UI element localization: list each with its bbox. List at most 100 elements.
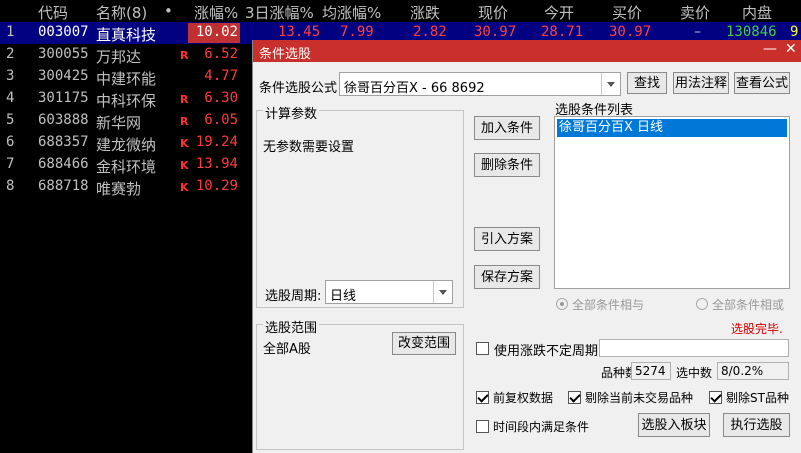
radio-all-and-label: 全部条件相与 xyxy=(572,298,645,312)
stock-name: 中科环保 xyxy=(96,92,157,110)
close-icon[interactable]: ✕ xyxy=(785,41,797,57)
stock-code: 300055 xyxy=(38,46,89,62)
period-satisfy-label: 时间段内满足条件 xyxy=(493,420,590,434)
col-inner[interactable]: 内盘 xyxy=(742,2,772,23)
stock-pct: 13.94 xyxy=(195,156,238,172)
view-formula-button[interactable]: 查看公式 xyxy=(734,72,790,94)
row-index: 8 xyxy=(6,178,15,194)
row-index: 3 xyxy=(6,68,15,84)
adj-data-label: 前复权数据 xyxy=(493,391,554,405)
save-plan-button[interactable]: 保存方案 xyxy=(474,265,540,289)
stock-flag: R xyxy=(180,49,189,62)
stock-code: 603888 xyxy=(38,112,89,128)
params-text: 无参数需要设置 xyxy=(263,140,355,155)
col-bid[interactable]: 买价 xyxy=(612,2,642,23)
usage-notes-button[interactable]: 用法注释 xyxy=(673,72,729,94)
stock-more: 9 xyxy=(790,24,799,40)
dialog-title: 条件选股 xyxy=(259,47,312,62)
st-label: 剔除ST品种 xyxy=(726,391,789,405)
row-index: 6 xyxy=(6,134,15,150)
selected-value: 8/0.2% xyxy=(717,362,789,380)
col-dot: • xyxy=(164,2,173,20)
stock-pct: 6.30 xyxy=(204,90,238,106)
row-index: 7 xyxy=(6,156,15,172)
row-index: 4 xyxy=(6,90,15,106)
col-3day[interactable]: 3日涨幅% xyxy=(245,2,314,23)
col-avg[interactable]: 均涨幅% xyxy=(322,2,381,23)
formula-label: 条件选股公式 xyxy=(259,81,338,96)
table-header: 代码 名称(8) • 涨幅% 3日涨幅% 均涨幅% 涨跌 现价 今开 买价 卖价… xyxy=(0,0,801,22)
stock-avg: 7.99 xyxy=(340,24,374,40)
params-title: 计算参数 xyxy=(263,103,320,122)
dialog-title-bar[interactable]: 条件选股 — ✕ xyxy=(253,40,801,62)
var-period-input[interactable] xyxy=(599,339,789,357)
col-open[interactable]: 今开 xyxy=(544,2,574,23)
col-ask[interactable]: 卖价 xyxy=(680,2,710,23)
stock-open: 28.71 xyxy=(541,24,584,40)
add-condition-button[interactable]: 加入条件 xyxy=(474,116,540,140)
scope-title: 选股范围 xyxy=(263,317,320,336)
stock-pct: 6.05 xyxy=(204,112,238,128)
col-name[interactable]: 名称(8) xyxy=(96,2,147,23)
col-pct[interactable]: 涨幅% xyxy=(194,2,238,23)
stock-pct: 10.29 xyxy=(195,178,238,194)
delete-condition-button[interactable]: 删除条件 xyxy=(474,153,540,177)
col-chg[interactable]: 涨跌 xyxy=(410,2,440,23)
stock-ask: – xyxy=(694,24,701,40)
stock-3day: 13.45 xyxy=(278,24,321,40)
count-value: 5274 xyxy=(631,362,671,380)
execute-button[interactable]: 执行选股 xyxy=(723,413,790,437)
stock-code: 300425 xyxy=(38,68,89,84)
st-checkbox[interactable] xyxy=(709,391,722,404)
find-button[interactable]: 查找 xyxy=(627,72,667,94)
radio-all-or[interactable] xyxy=(696,298,708,310)
import-plan-button[interactable]: 引入方案 xyxy=(474,227,540,251)
stock-pct: 19.24 xyxy=(195,134,238,150)
radio-all-and[interactable] xyxy=(556,298,568,310)
untraded-label: 剔除当前未交易品种 xyxy=(585,391,694,405)
col-code[interactable]: 代码 xyxy=(38,2,68,23)
stock-name: 建龙微纳 xyxy=(96,136,157,154)
stock-name: 金科环境 xyxy=(96,158,157,176)
var-period-checkbox[interactable] xyxy=(476,342,489,355)
stock-pct: 10.02 xyxy=(195,24,238,40)
stock-code: 688357 xyxy=(38,134,89,150)
stock-pct: 6.52 xyxy=(204,46,238,62)
stock-chg: 2.82 xyxy=(413,24,447,40)
radio-all-or-label: 全部条件相或 xyxy=(712,298,785,312)
var-period-label: 使用涨跌不定周期 xyxy=(494,344,599,359)
formula-value: 徐哥百分百X - 66 8692 xyxy=(344,81,485,96)
chevron-down-icon[interactable] xyxy=(433,281,452,303)
formula-select[interactable]: 徐哥百分百X - 66 8692 xyxy=(339,72,621,96)
period-select[interactable]: 日线 xyxy=(325,280,453,304)
list-item[interactable]: 徐哥百分百X 日线 xyxy=(557,119,787,137)
period-satisfy-checkbox[interactable] xyxy=(476,420,489,433)
period-value: 日线 xyxy=(330,289,357,304)
minimize-icon[interactable]: — xyxy=(763,41,777,57)
adj-data-checkbox[interactable] xyxy=(476,391,489,404)
status-text: 选股完毕. xyxy=(731,322,783,336)
stock-flag: K xyxy=(180,137,189,150)
row-index: 1 xyxy=(6,24,15,40)
period-label: 选股周期: xyxy=(265,289,322,304)
untraded-checkbox[interactable] xyxy=(568,391,581,404)
to-block-button[interactable]: 选股入板块 xyxy=(638,413,710,437)
condition-list[interactable]: 徐哥百分百X 日线 xyxy=(554,116,790,289)
stock-code: 688718 xyxy=(38,178,89,194)
chevron-down-icon[interactable] xyxy=(601,73,620,95)
stock-flag: K xyxy=(180,159,189,172)
selected-label: 选中数 xyxy=(676,366,713,380)
row-index: 5 xyxy=(6,112,15,128)
stock-name: 新华网 xyxy=(96,114,142,132)
stock-pct: 4.77 xyxy=(204,68,238,84)
scope-value: 全部A股 xyxy=(263,342,311,357)
stock-flag: R xyxy=(180,115,189,128)
stock-name: 直真科技 xyxy=(96,26,157,44)
stock-code: 003007 xyxy=(38,24,89,40)
stock-flag: R xyxy=(180,93,189,106)
stock-price: 30.97 xyxy=(474,24,517,40)
stock-flag: K xyxy=(180,181,189,194)
col-price[interactable]: 现价 xyxy=(478,2,508,23)
change-scope-button[interactable]: 改变范围 xyxy=(392,332,456,355)
stock-code: 688466 xyxy=(38,156,89,172)
